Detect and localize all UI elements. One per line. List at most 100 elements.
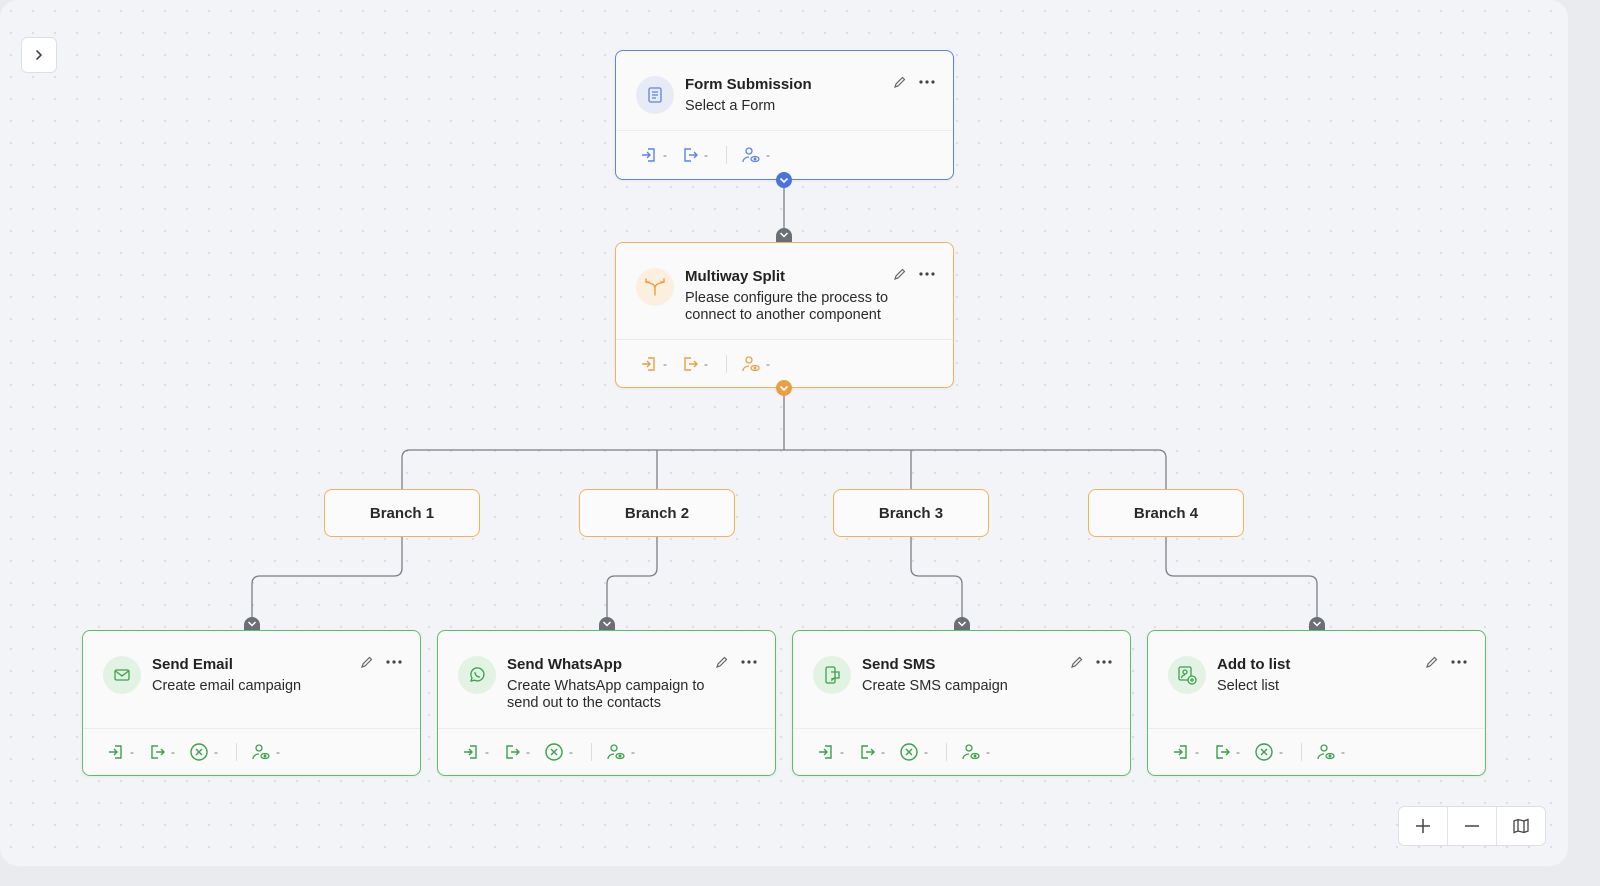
viewed-stat[interactable]: - [251,743,280,761]
more-options-button[interactable] [1096,660,1112,664]
viewed-stat[interactable]: - [961,743,990,761]
node-send-whatsapp[interactable]: Send WhatsApp Create WhatsApp campaign t… [437,630,776,776]
enter-icon [109,745,122,759]
expand-connector[interactable] [243,613,261,631]
more-options-button[interactable] [919,272,935,276]
viewed-stat[interactable]: - [606,743,635,761]
entered-stat[interactable]: - [462,743,489,761]
expand-connector[interactable] [775,224,793,242]
edit-button[interactable] [893,75,907,89]
user-view-icon [742,147,760,163]
failed-stat[interactable]: - [1254,742,1283,762]
exit-icon [151,745,165,759]
entered-stat[interactable]: - [817,743,844,761]
entered-stat[interactable]: - [640,355,667,373]
exited-stat[interactable]: - [148,743,175,761]
more-options-button[interactable] [741,660,757,664]
exited-stat[interactable]: - [858,743,885,761]
viewed-stat[interactable]: - [741,355,770,373]
edit-button[interactable] [893,267,907,281]
expand-connector[interactable] [598,613,616,631]
node-send-email[interactable]: Send Email Create email campaign - - - - [82,630,421,776]
more-horizontal-icon [1096,660,1112,664]
zoom-in-button[interactable] [1399,807,1448,845]
user-view-icon [1317,744,1335,760]
user-view-icon [252,744,270,760]
node-add-to-list[interactable]: Add to list Select list - - - - [1147,630,1486,776]
node-description: Select list [1217,678,1280,694]
edit-button[interactable] [1070,655,1084,669]
sms-icon [813,656,851,694]
node-title: Send SMS [862,656,936,673]
zoom-out-button[interactable] [1448,807,1497,845]
more-options-button[interactable] [386,660,402,664]
divider [726,354,727,373]
form-icon [636,76,674,114]
branch-2[interactable]: Branch 2 [579,489,735,537]
node-title: Send WhatsApp [507,656,622,673]
divider [1301,743,1302,761]
node-send-sms[interactable]: Send SMS Create SMS campaign - - - - [792,630,1131,776]
exit-icon [684,148,698,162]
branch-1[interactable]: Branch 1 [324,489,480,537]
wire-branch3-sms [910,537,963,622]
wire-bus [401,449,1167,489]
workflow-canvas[interactable]: Form Submission Select a Form - - - Mult… [0,0,1568,866]
plus-icon [1416,819,1430,833]
branch-4[interactable]: Branch 4 [1088,489,1244,537]
exited-stat[interactable]: - [503,743,530,761]
wire-branch2-whatsapp [606,537,658,622]
viewed-stat[interactable]: - [1316,743,1345,761]
user-view-icon [607,744,625,760]
node-description: Create SMS campaign [862,678,1008,694]
more-horizontal-icon [741,660,757,664]
divider [726,146,727,164]
close-circle-icon [900,743,918,761]
expand-connector[interactable] [1308,613,1326,631]
branch-3[interactable]: Branch 3 [833,489,989,537]
node-description: Create WhatsApp campaign to send out to … [507,678,705,711]
failed-stat[interactable]: - [189,742,218,762]
failed-stat[interactable]: - [899,742,928,762]
wire-branch1-email [251,537,403,622]
mail-icon [103,656,141,694]
exit-icon [1216,745,1230,759]
exited-stat[interactable]: - [1213,743,1240,761]
edit-button[interactable] [1425,655,1439,669]
entered-stat[interactable]: - [107,743,134,761]
divider [236,743,237,761]
collapse-connector-blue[interactable] [775,171,793,189]
more-options-button[interactable] [1451,660,1467,664]
enter-icon [1174,745,1187,759]
map-icon [1513,818,1529,834]
node-description: Select a Form [685,98,776,114]
node-description: Please configure the process to connect … [685,290,889,323]
node-multiway-split[interactable]: Multiway Split Please configure the proc… [615,242,954,388]
divider [946,743,947,761]
minimap-button[interactable] [1497,807,1545,845]
enter-icon [642,148,655,162]
user-view-icon [962,744,980,760]
more-horizontal-icon [919,272,935,276]
entered-stat[interactable]: - [640,146,667,164]
collapse-connector-orange[interactable] [775,379,793,397]
pencil-icon [1426,656,1438,668]
sidebar-toggle-button[interactable] [21,37,57,73]
entered-stat[interactable]: - [1172,743,1199,761]
zoom-toolbar [1398,806,1546,846]
chevron-right-icon [36,50,42,60]
node-form-submission[interactable]: Form Submission Select a Form - - - [615,50,954,180]
exit-icon [861,745,875,759]
viewed-stat[interactable]: - [741,146,770,164]
failed-stat[interactable]: - [544,742,573,762]
exit-icon [506,745,520,759]
exited-stat[interactable]: - [681,146,708,164]
pencil-icon [361,656,373,668]
expand-connector[interactable] [953,613,971,631]
exited-stat[interactable]: - [681,355,708,373]
edit-button[interactable] [715,655,729,669]
close-circle-icon [190,743,208,761]
edit-button[interactable] [360,655,374,669]
more-options-button[interactable] [919,80,935,84]
add-list-icon [1168,656,1206,694]
